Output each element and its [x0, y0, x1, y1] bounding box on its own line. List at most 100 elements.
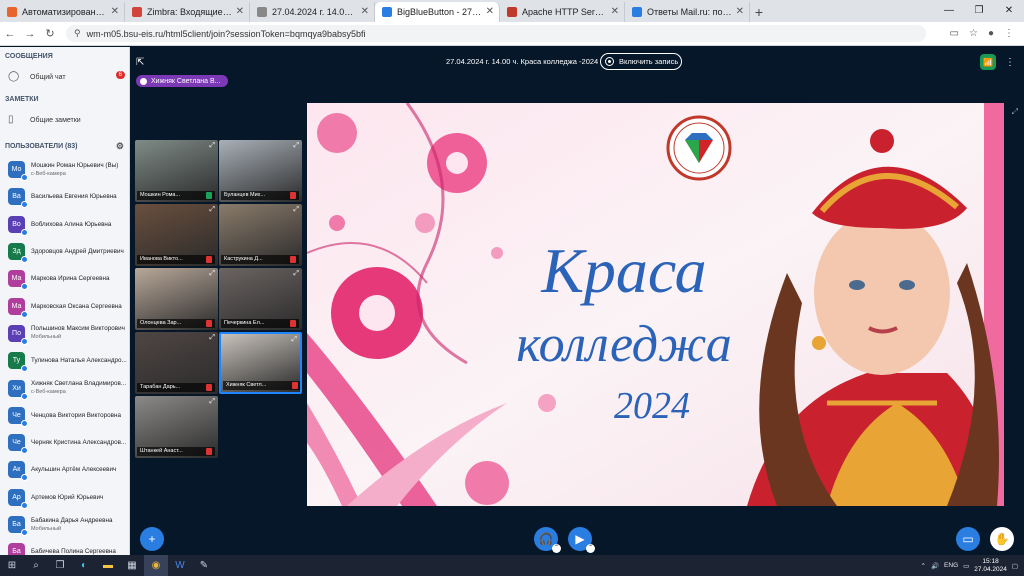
public-chat-label: Общий чат	[30, 73, 66, 81]
new-tab-button[interactable]: +	[750, 2, 768, 22]
muted-mic-icon	[292, 382, 298, 389]
notes-icon: ▯	[8, 114, 14, 125]
restore-icon[interactable]: ❐	[964, 0, 994, 22]
webcam-tile[interactable]: ⤢ Тарабан Дарь...	[135, 332, 218, 394]
chrome-icon[interactable]: ◉	[144, 555, 168, 576]
browser-tab[interactable]: Автоматизированные систе✕	[0, 2, 125, 22]
webcam-tile[interactable]: ⤢ Мошкин Рома...	[135, 140, 218, 202]
notification-icon[interactable]: ▢	[1012, 562, 1018, 570]
webcam-tile[interactable]: ⤢ Хижняк Светл...	[219, 332, 302, 394]
volume-icon[interactable]: 🔊	[931, 562, 939, 570]
word-icon[interactable]: W	[168, 555, 192, 576]
close-icon[interactable]: ✕	[486, 6, 494, 17]
user-list-item[interactable]: По Польшинов Максим Викторович Мобильный	[0, 320, 129, 347]
browser-tab-active[interactable]: BigBlueButton - 27.04.2024✕	[375, 2, 500, 22]
user-list-item[interactable]: Ба Бабакина Дарья Андреевна Мобильный	[0, 511, 129, 538]
connection-status-icon[interactable]: 📶	[980, 54, 996, 70]
edge-icon[interactable]: ◐	[72, 555, 96, 576]
user-list-item[interactable]: Ак Акульшин Артём Алексеевич	[0, 456, 129, 483]
forward-icon[interactable]: →	[20, 28, 40, 40]
user-list-item[interactable]: Во Воблихова Алина Юрьевна	[0, 211, 129, 238]
user-list-item[interactable]: Ба Бабичева Полина Сергеевна	[0, 538, 129, 555]
network-icon[interactable]: ▭	[963, 562, 969, 570]
talking-indicator[interactable]: Хижняк Светлана В...	[136, 75, 228, 87]
task-view-icon[interactable]: ❐	[48, 555, 72, 576]
options-menu-icon[interactable]: ⋮	[1005, 57, 1015, 68]
browser-tab[interactable]: Apache HTTP Server Test Page✕	[500, 2, 625, 22]
browser-tab[interactable]: Zimbra: Входящие (1939)✕	[125, 2, 250, 22]
user-name: Маркова Ирина Сергеевна	[31, 275, 110, 283]
url-field[interactable]: ⚲ wm-m05.bsu-eis.ru/html5client/join?ses…	[66, 25, 926, 42]
fullscreen-icon[interactable]: ⤢	[1012, 107, 1018, 117]
language-indicator[interactable]: ENG	[944, 562, 958, 569]
user-list-item[interactable]: Ар Артемов Юрий Юрьевич	[0, 484, 129, 511]
webcam-tile[interactable]: ⤢ Олонцева Зар...	[135, 268, 218, 330]
paint-icon[interactable]: ✎	[192, 555, 216, 576]
minimize-icon[interactable]: —	[934, 0, 964, 22]
expand-icon[interactable]: ⤢	[209, 142, 215, 150]
back-icon[interactable]: ←	[0, 28, 20, 40]
muted-mic-icon	[206, 384, 212, 391]
user-list-item[interactable]: Хи Хижняк Светлана Владимиров... с-Веб-кам…	[0, 374, 129, 401]
expand-icon[interactable]: ⤢	[291, 336, 297, 344]
webcam-tile[interactable]: ⤢ Печеркина Ел...	[219, 268, 302, 330]
webcam-tile[interactable]: ⤢ Буланцев Мих...	[219, 140, 302, 202]
webcam-tile[interactable]: ⤢ Иванова Викто...	[135, 204, 218, 266]
search-icon[interactable]: ⌕	[24, 555, 48, 576]
close-icon[interactable]: ✕	[236, 6, 244, 17]
cast-icon[interactable]: ▭	[950, 28, 959, 39]
user-list-item[interactable]: Зд Здоровцов Андрей Дмитриевич	[0, 238, 129, 265]
webcam-tile[interactable]: ⤢ Штанкей Анаст...	[135, 396, 218, 458]
camera-options-icon[interactable]: ⌃	[586, 544, 595, 553]
screen-share-button[interactable]: ▭	[956, 527, 980, 551]
expand-icon[interactable]: ⤢	[209, 398, 215, 406]
close-icon[interactable]: ✕	[611, 6, 619, 17]
audio-button[interactable]: 🎧 ⌃	[534, 527, 561, 553]
webcam-tile[interactable]: ⤢ Каструкина Д...	[219, 204, 302, 266]
raise-hand-button[interactable]: ✋	[990, 527, 1014, 551]
slide-title-line1: Краса	[540, 235, 706, 306]
chevron-up-icon[interactable]: ⌃	[921, 562, 926, 570]
user-list-item[interactable]: Че Ченцова Виктория Викторовна	[0, 402, 129, 429]
expand-icon[interactable]: ⤢	[293, 206, 299, 214]
gear-icon[interactable]: ⚙	[116, 141, 124, 152]
public-chat-item[interactable]: ◯ Общий чат 6	[0, 66, 129, 88]
user-list-item[interactable]: Мо Мошкин Роман Юрьевич (Вы) с-Веб-камера	[0, 156, 129, 183]
muted-mic-icon	[290, 320, 296, 327]
user-list-item[interactable]: Че Черняк Кристина Александров...	[0, 429, 129, 456]
reload-icon[interactable]: ↻	[40, 27, 60, 40]
browser-tab[interactable]: 27.04.2024 г. 14.00 ч. Краса к✕	[250, 2, 375, 22]
user-list-item[interactable]: Ма Маркова Ирина Сергеевна	[0, 265, 129, 292]
expand-icon[interactable]: ⤢	[293, 270, 299, 278]
bookmark-star-icon[interactable]: ☆	[969, 28, 978, 39]
expand-icon[interactable]: ⤢	[209, 206, 215, 214]
browser-menu-icon[interactable]: ⋮	[1004, 28, 1014, 39]
actions-plus-button[interactable]: +	[140, 527, 164, 551]
leave-session-icon[interactable]: ⇱	[136, 57, 144, 68]
profile-icon[interactable]: ●	[988, 28, 994, 39]
store-icon[interactable]: ▦	[120, 555, 144, 576]
avatar: Ба	[8, 543, 25, 555]
close-icon[interactable]: ✕	[111, 6, 119, 17]
start-icon[interactable]: ⊞	[0, 555, 24, 576]
camera-button[interactable]: ▶ ⌃	[568, 527, 595, 553]
close-icon[interactable]: ✕	[736, 6, 744, 17]
audio-options-icon[interactable]: ⌃	[552, 544, 561, 553]
user-list-item[interactable]: Ту Тулинова Наталья Александро...	[0, 347, 129, 374]
shared-notes-item[interactable]: ▯ Общие заметки	[0, 109, 129, 131]
user-list-item[interactable]: Ва Васильева Евгения Юрьевна	[0, 183, 129, 210]
expand-icon[interactable]: ⤢	[209, 270, 215, 278]
clock[interactable]: 15:18 27.04.2024	[974, 558, 1007, 574]
expand-icon[interactable]: ⤢	[209, 334, 215, 342]
users-section-title: ПОЛЬЗОВАТЕЛИ (83)	[5, 143, 78, 150]
file-explorer-icon[interactable]: ▬	[96, 555, 120, 576]
site-info-icon[interactable]: ⚲	[74, 28, 81, 39]
close-window-icon[interactable]: ✕	[994, 0, 1024, 22]
user-list-item[interactable]: Ма Марковская Оксана Сергеевна	[0, 292, 129, 319]
browser-tab[interactable]: Ответы Mail.ru: помогите пла✕	[625, 2, 750, 22]
webcam-name-bar: Штанкей Анаст...	[137, 447, 215, 456]
expand-icon[interactable]: ⤢	[293, 142, 299, 150]
close-icon[interactable]: ✕	[361, 6, 369, 17]
record-button[interactable]: Включить запись	[600, 53, 682, 70]
presentation-slide: Краса колледжа 2024	[307, 103, 1004, 506]
